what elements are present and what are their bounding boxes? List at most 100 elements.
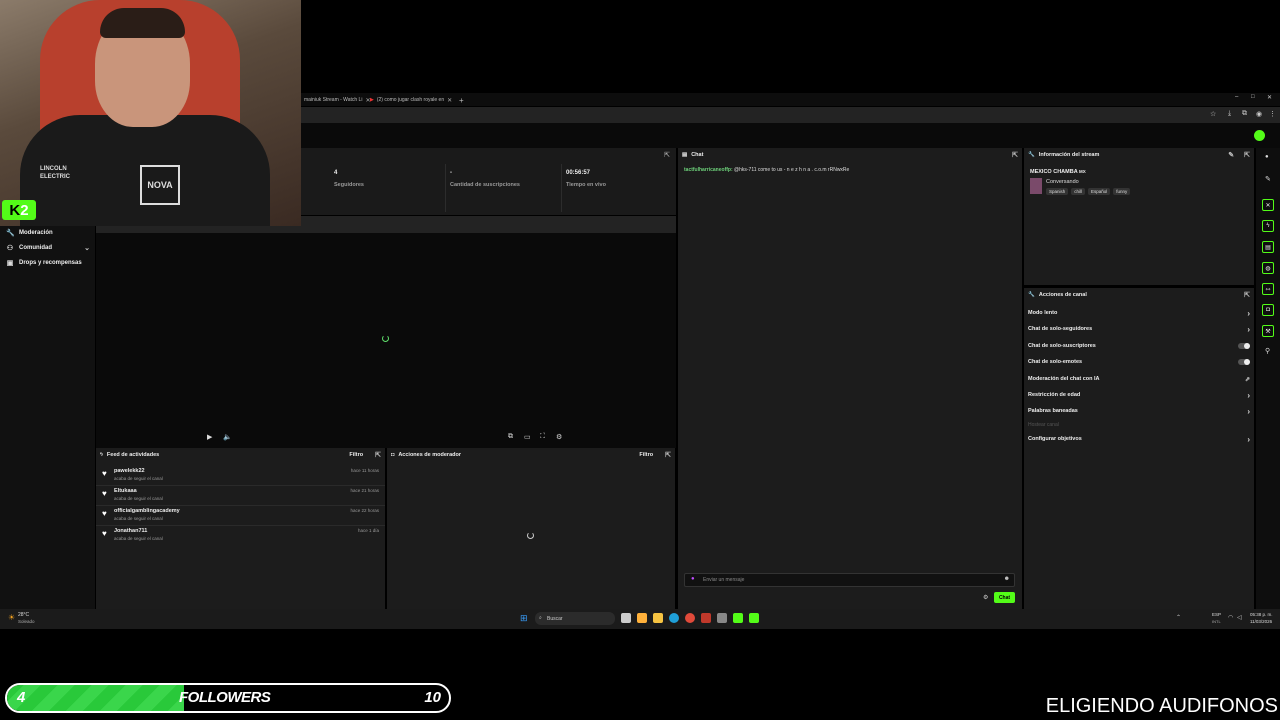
follower-name[interactable]: Eltukaaa bbox=[114, 488, 137, 494]
popout-icon[interactable]: ⇱ bbox=[1244, 291, 1250, 299]
volume-icon[interactable]: 🔈 bbox=[223, 433, 232, 441]
record-icon[interactable]: ● bbox=[1265, 154, 1269, 160]
action-banned-words[interactable]: Palabras baneadas › bbox=[1028, 405, 1250, 417]
action-slow-mode[interactable]: Modo lento › bbox=[1028, 307, 1250, 319]
document-icon[interactable]: ▤ bbox=[1262, 241, 1274, 253]
close-tab-icon[interactable]: ✕ bbox=[447, 97, 452, 104]
filter-button[interactable]: Filtro bbox=[349, 452, 363, 458]
settings-icon[interactable] bbox=[717, 613, 727, 623]
emoji-icon[interactable]: ☻ bbox=[1004, 576, 1010, 582]
tag[interactable]: chill bbox=[1071, 188, 1086, 195]
clock-date: 11/03/2026 bbox=[1250, 619, 1273, 624]
follower-name[interactable]: officialgamblingacademy bbox=[114, 508, 180, 514]
chevron-up-icon[interactable]: ⌃ bbox=[1176, 614, 1181, 621]
popout-icon[interactable]: ⇱ bbox=[664, 151, 670, 159]
edit-icon[interactable]: ✎ bbox=[1228, 151, 1234, 159]
shield-icon[interactable]: ◘ bbox=[1262, 304, 1274, 316]
toggle-switch[interactable] bbox=[1238, 343, 1250, 349]
fullscreen-icon[interactable]: ⛶ bbox=[540, 433, 545, 441]
tag[interactable]: Español bbox=[1088, 188, 1111, 195]
close-window-button[interactable]: ✕ bbox=[1267, 94, 1272, 101]
plugin-icon[interactable]: ⚲ bbox=[1265, 347, 1270, 355]
theater-icon[interactable]: ▭ bbox=[524, 433, 531, 441]
app-icon[interactable] bbox=[637, 613, 647, 623]
wifi-icon[interactable]: ◠ bbox=[1228, 614, 1233, 621]
action-ai-moderation[interactable]: Moderación del chat con IA ⇗ bbox=[1028, 373, 1250, 385]
action-configure-goals[interactable]: Configurar objetivos › bbox=[1028, 433, 1250, 445]
chat-username[interactable]: tactfulharricaneoffp: bbox=[684, 167, 733, 173]
sidebar-item-comunidad[interactable]: ⚇ Comunidad ⌄ bbox=[6, 244, 90, 252]
pip-icon[interactable]: ⧉ bbox=[508, 433, 513, 441]
menu-dots-icon[interactable]: ⋮ bbox=[1269, 110, 1276, 118]
sidebar-item-drops[interactable]: ▣ Drops y recompensas bbox=[6, 259, 90, 267]
popout-icon[interactable]: ⇱ bbox=[665, 451, 671, 459]
user-avatar[interactable] bbox=[1254, 130, 1265, 141]
mic-icon[interactable]: ● bbox=[691, 576, 695, 582]
toggle-switch[interactable] bbox=[1238, 359, 1250, 365]
pencil-icon[interactable]: ✎ bbox=[1265, 175, 1271, 183]
minimize-button[interactable]: – bbox=[1235, 94, 1238, 100]
kick-icon[interactable] bbox=[733, 613, 743, 623]
browser-tab-active[interactable]: ▶ (2) como jugar clash royale en ✕ bbox=[370, 95, 452, 105]
chrome-icon[interactable] bbox=[685, 613, 695, 623]
browser-tab[interactable]: mainiuk Stream - Watch Li ✕ bbox=[304, 95, 370, 105]
popout-icon[interactable]: ⇱ bbox=[1012, 151, 1018, 159]
filter-button[interactable]: Filtro bbox=[639, 452, 653, 458]
gear-icon[interactable]: ⚙ bbox=[983, 594, 988, 601]
activity-time: hace 21 horas bbox=[350, 488, 379, 493]
star-icon[interactable]: ☆ bbox=[1210, 110, 1216, 118]
chat-bubble-icon[interactable]: ◍ bbox=[1262, 262, 1274, 274]
chevron-right-icon: › bbox=[1247, 390, 1250, 400]
stat-value: 00:56:57 bbox=[566, 170, 591, 176]
new-tab-button[interactable]: + bbox=[459, 95, 464, 105]
language-sub: INTL bbox=[1212, 619, 1221, 624]
bolt-icon[interactable]: ϟ bbox=[1262, 220, 1274, 232]
speaker-icon[interactable]: ◁ bbox=[1237, 614, 1242, 621]
webcam-overlay: LINCOLN ELECTRIC NOVA K 2 bbox=[0, 0, 301, 226]
extensions-icon[interactable]: ⧉ bbox=[1242, 110, 1247, 118]
action-age-restriction[interactable]: Restricción de edad › bbox=[1028, 389, 1250, 401]
kick-icon[interactable] bbox=[749, 613, 759, 623]
popout-icon[interactable]: ⇱ bbox=[375, 451, 381, 459]
language-indicator[interactable]: ESP bbox=[1212, 612, 1221, 617]
wrench-icon[interactable]: ⚒ bbox=[1262, 325, 1274, 337]
divider bbox=[445, 164, 446, 212]
stat-live-time: 00:56:57 Tiempo en vivo bbox=[566, 170, 606, 188]
windows-start-icon[interactable]: ⊞ bbox=[520, 613, 528, 624]
action-label: Restricción de edad bbox=[1028, 392, 1081, 398]
chat-input-placeholder: Enviar un mensaje bbox=[703, 577, 745, 583]
follower-name[interactable]: Jonathan711 bbox=[114, 528, 147, 534]
clock-time[interactable]: 05:38 p. m. bbox=[1250, 612, 1273, 617]
download-icon[interactable]: ⤓ bbox=[1228, 110, 1231, 118]
chat-input[interactable]: ● Enviar un mensaje ☻ bbox=[684, 573, 1015, 587]
action-label: Chat de solo-suscriptores bbox=[1028, 343, 1096, 349]
chat-send-button[interactable]: Chat bbox=[994, 592, 1015, 603]
tag[interactable]: Spanish bbox=[1046, 188, 1069, 195]
settings-icon[interactable]: ⚙ bbox=[556, 433, 562, 441]
activity-text: acaba de seguir el canal bbox=[114, 476, 163, 481]
close-icon[interactable]: ✕ bbox=[1262, 199, 1274, 211]
category-name[interactable]: Conversando bbox=[1046, 179, 1079, 185]
taskbar-search[interactable]: ⌕ Buscar bbox=[535, 612, 615, 625]
app-icon[interactable] bbox=[701, 613, 711, 623]
action-followers-only[interactable]: Chat de solo-seguidores › bbox=[1028, 323, 1250, 335]
wrench-icon: 🔧 bbox=[1028, 152, 1035, 158]
video-player[interactable] bbox=[96, 233, 676, 448]
panel-title: Acciones de canal bbox=[1038, 292, 1087, 298]
play-icon[interactable]: ▶ bbox=[207, 433, 212, 441]
maximize-button[interactable]: □ bbox=[1251, 94, 1255, 100]
chat-icon: ▤ bbox=[682, 152, 688, 158]
sidebar-item-moderacion[interactable]: 🔧 Moderación bbox=[6, 229, 90, 237]
resize-icon[interactable]: ⇿ bbox=[1262, 283, 1274, 295]
edge-icon[interactable] bbox=[669, 613, 679, 623]
task-view-icon[interactable] bbox=[621, 613, 631, 623]
heart-icon: ♥ bbox=[102, 529, 107, 538]
weather-temp[interactable]: 28°C bbox=[18, 612, 29, 618]
tag[interactable]: funny bbox=[1113, 188, 1131, 195]
action-emotes-only[interactable]: Chat de solo-emotes bbox=[1028, 356, 1250, 368]
action-subscribers-only[interactable]: Chat de solo-suscriptores bbox=[1028, 340, 1250, 352]
file-explorer-icon[interactable] bbox=[653, 613, 663, 623]
profile-icon[interactable]: ◉ bbox=[1256, 110, 1262, 118]
follower-name[interactable]: pawelekk22 bbox=[114, 468, 145, 474]
popout-icon[interactable]: ⇱ bbox=[1244, 151, 1250, 159]
